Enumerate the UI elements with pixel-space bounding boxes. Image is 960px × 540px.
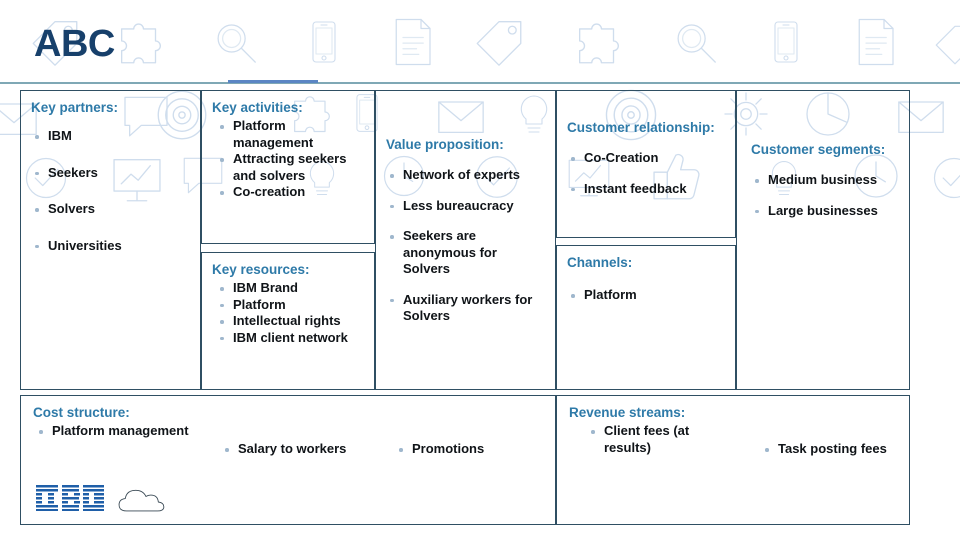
customer-segments-title: Customer segments:: [751, 142, 886, 157]
list-item: Solvers: [31, 201, 191, 218]
customer-segments-list: Medium business Large businesses: [751, 172, 900, 219]
list-item: Intellectual rights: [216, 313, 365, 330]
value-proposition-list: Network of experts Less bureaucracy Seek…: [386, 167, 546, 325]
list-item: Promotions: [395, 441, 565, 458]
key-activities-title: Key activities:: [212, 100, 303, 115]
cost-structure-title: Cost structure:: [33, 405, 130, 420]
key-activities-list: Platform management Attracting seekers a…: [216, 118, 365, 201]
list-item: Network of experts: [386, 167, 546, 184]
list-item: Platform management: [35, 423, 205, 440]
cell-customer-relationship: Customer relationship: Co-Creation Insta…: [556, 90, 736, 238]
list-item: Platform: [216, 297, 365, 314]
list-item: Large businesses: [751, 203, 900, 220]
page-title: ABC: [34, 23, 115, 65]
cell-key-activities: Key activities: Platform management Attr…: [201, 90, 375, 244]
cost-structure-list-b: Salary to workers: [221, 441, 391, 458]
key-resources-title: Key resources:: [212, 262, 310, 277]
list-item: Attracting seekers and solvers: [216, 151, 365, 184]
cell-revenue-streams: Revenue streams: Client fees (at results…: [556, 395, 910, 525]
list-item: Auxiliary workers for Solvers: [386, 292, 546, 325]
cell-value-proposition: Value proposition: Network of experts Le…: [375, 90, 556, 390]
revenue-streams-list-a: Client fees (at results): [587, 423, 737, 456]
list-item: IBM Brand: [216, 280, 365, 297]
list-item: Co-Creation: [567, 150, 726, 167]
business-model-canvas: Key partners: IBM Seekers Solvers Univer…: [20, 90, 910, 525]
list-item: Client fees (at results): [587, 423, 737, 456]
ibm-logo: [36, 485, 104, 511]
list-item: Platform: [567, 287, 726, 304]
cost-structure-list-a: Platform management: [35, 423, 205, 440]
channels-title: Channels:: [567, 255, 633, 270]
list-item: Seekers: [31, 165, 191, 182]
cell-cost-structure: Cost structure: Platform management Sala…: [20, 395, 556, 525]
list-item: Salary to workers: [221, 441, 391, 458]
revenue-streams-list-b: Task posting fees: [761, 441, 926, 458]
list-item: IBM: [31, 128, 191, 145]
cell-key-partners: Key partners: IBM Seekers Solvers Univer…: [20, 90, 201, 390]
header-accent-bar: [228, 80, 318, 83]
cost-structure-list-c: Promotions: [395, 441, 565, 458]
list-item: Less bureaucracy: [386, 198, 546, 215]
list-item: Task posting fees: [761, 441, 926, 458]
cell-key-resources: Key resources: IBM Brand Platform Intell…: [201, 252, 375, 390]
list-item: Universities: [31, 238, 191, 255]
customer-relationship-title: Customer relationship:: [567, 120, 715, 135]
list-item: Medium business: [751, 172, 900, 189]
revenue-streams-title: Revenue streams:: [569, 405, 686, 420]
header-divider: [0, 82, 960, 84]
list-item: Co-creation: [216, 184, 365, 201]
cell-channels: Channels: Platform: [556, 245, 736, 390]
customer-relationship-list: Co-Creation Instant feedback: [567, 150, 726, 197]
key-resources-list: IBM Brand Platform Intellectual rights I…: [216, 280, 365, 346]
cloud-icon: [118, 489, 165, 512]
key-partners-list: IBM Seekers Solvers Universities: [31, 128, 191, 254]
slide-header: ABC: [0, 0, 960, 84]
list-item: Seekers are anonymous for Solvers: [386, 228, 546, 278]
list-item: IBM client network: [216, 330, 365, 347]
value-proposition-title: Value proposition:: [386, 137, 504, 152]
list-item: Instant feedback: [567, 181, 726, 198]
list-item: Platform management: [216, 118, 365, 151]
channels-list: Platform: [567, 287, 726, 304]
key-partners-title: Key partners:: [31, 100, 119, 115]
cell-customer-segments: Customer segments: Medium business Large…: [736, 90, 910, 390]
